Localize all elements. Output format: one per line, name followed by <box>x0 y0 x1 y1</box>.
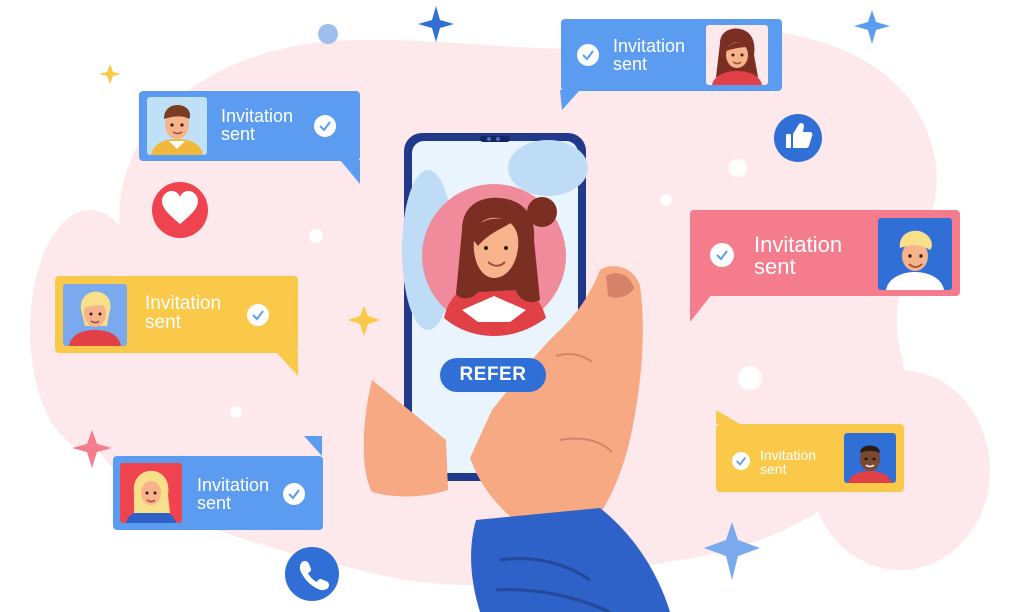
bubble-text-line1: Invitation <box>197 475 270 495</box>
avatar-man-1 <box>147 97 207 155</box>
invitation-bubble-4: Invitation sent <box>690 210 960 296</box>
bubble-text-line1: Invitation <box>145 293 222 314</box>
bubble-text-line2: sent <box>221 124 256 144</box>
star-icon <box>99 64 121 84</box>
bubble-text-line1: Invitation <box>221 106 294 126</box>
avatar-man-3 <box>844 433 896 483</box>
invitation-bubble-5: Invitation sent <box>716 424 904 492</box>
star-icon <box>854 10 890 44</box>
bubble-text-line2: sent <box>197 493 232 513</box>
decor-dot <box>309 229 323 243</box>
avatar-man-2 <box>878 218 952 290</box>
decor-dot <box>729 159 747 177</box>
bubble-text-line1: Invitation <box>754 232 843 257</box>
bubble-text-line2: sent <box>754 254 796 279</box>
decor-dot <box>318 24 338 44</box>
check-icon <box>314 115 336 137</box>
check-icon <box>283 483 305 505</box>
check-icon <box>577 44 599 66</box>
bubble-text-line2: sent <box>145 312 181 333</box>
refer-button[interactable]: REFER <box>440 358 546 392</box>
star-icon <box>418 6 454 42</box>
bubble-text-line1: Invitation <box>613 36 686 56</box>
avatar-woman-2 <box>63 284 127 346</box>
decor-dot <box>738 366 762 390</box>
invitation-bubble-3: Invitation sent <box>55 276 298 353</box>
check-icon <box>732 452 750 470</box>
avatar-woman-3 <box>120 463 182 523</box>
decor-dot <box>660 194 672 206</box>
avatar-woman-1 <box>706 25 768 85</box>
heart-icon <box>152 182 208 238</box>
invitation-bubble-2: Invitation sent <box>561 19 782 91</box>
invitation-bubble-6: Invitation sent <box>113 456 323 530</box>
thumbs-up-icon <box>774 114 822 162</box>
decor-dot <box>230 406 242 418</box>
bubble-text-line2: sent <box>760 461 787 477</box>
bubble-text-line2: sent <box>613 54 648 74</box>
phone-call-icon <box>285 547 339 601</box>
bubble-text-line1: Invitation <box>760 447 817 463</box>
check-icon <box>710 243 734 267</box>
check-icon <box>247 304 269 326</box>
invitation-bubble-1: Invitation sent <box>139 91 360 161</box>
